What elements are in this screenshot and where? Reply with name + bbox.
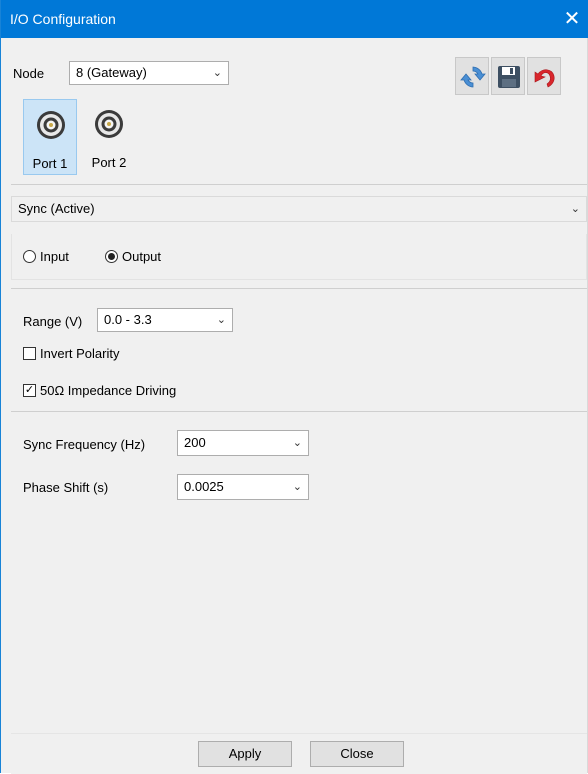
bnc-connector-icon bbox=[37, 111, 65, 139]
sync-frequency-value: 200 bbox=[184, 435, 206, 450]
phase-shift-value: 0.0025 bbox=[184, 479, 224, 494]
undo-icon bbox=[534, 69, 555, 88]
phase-shift-label: Phase Shift (s) bbox=[23, 480, 109, 495]
range-select-value: 0.0 - 3.3 bbox=[104, 312, 152, 327]
refresh-button[interactable] bbox=[455, 57, 489, 95]
divider bbox=[11, 184, 587, 185]
sync-mode-value: Sync (Active) bbox=[18, 201, 95, 216]
footer: Apply Close bbox=[11, 733, 587, 774]
save-button[interactable] bbox=[491, 57, 525, 95]
sync-mode-select[interactable]: Sync (Active) ⌄ bbox=[11, 196, 587, 222]
apply-button[interactable]: Apply bbox=[198, 741, 292, 767]
output-radio[interactable] bbox=[105, 250, 118, 263]
window-title: I/O Configuration bbox=[10, 11, 116, 27]
node-select-value: 8 (Gateway) bbox=[76, 65, 147, 80]
chevron-down-icon: ⌄ bbox=[292, 437, 302, 449]
chevron-down-icon: ⌄ bbox=[570, 203, 580, 215]
chevron-down-icon: ⌄ bbox=[292, 481, 302, 493]
close-button[interactable]: Close bbox=[310, 741, 404, 767]
chevron-down-icon: ⌄ bbox=[216, 314, 226, 326]
input-radio[interactable] bbox=[23, 250, 36, 263]
refresh-icon bbox=[460, 66, 486, 88]
invert-polarity-checkbox[interactable] bbox=[23, 347, 36, 360]
impedance-checkbox[interactable]: ✓ bbox=[23, 384, 36, 397]
node-label: Node bbox=[13, 66, 45, 81]
sync-frequency-select[interactable]: 200 ⌄ bbox=[177, 430, 309, 456]
port-2-button[interactable]: Port 2 bbox=[82, 99, 136, 175]
save-icon bbox=[498, 66, 520, 88]
impedance-label[interactable]: 50Ω Impedance Driving bbox=[40, 383, 176, 398]
port-2-label: Port 2 bbox=[91, 155, 127, 170]
phase-shift-select[interactable]: 0.0025 ⌄ bbox=[177, 474, 309, 500]
undo-button[interactable] bbox=[527, 57, 561, 95]
output-radio-label[interactable]: Output bbox=[122, 249, 161, 264]
port-1-label: Port 1 bbox=[32, 156, 68, 171]
range-label: Range (V) bbox=[23, 314, 83, 329]
io-configuration-window: I/O Configuration ✕ Node 8 (Gateway) ⌄ P… bbox=[0, 0, 588, 774]
range-select[interactable]: 0.0 - 3.3 ⌄ bbox=[97, 308, 233, 332]
bnc-connector-icon bbox=[95, 110, 123, 138]
chevron-down-icon: ⌄ bbox=[212, 67, 222, 79]
direction-group: Input Output bbox=[11, 234, 587, 280]
sync-frequency-label: Sync Frequency (Hz) bbox=[23, 437, 146, 452]
divider bbox=[11, 288, 587, 289]
title-bar: I/O Configuration ✕ bbox=[1, 0, 588, 38]
divider bbox=[11, 411, 587, 412]
node-select[interactable]: 8 (Gateway) ⌄ bbox=[69, 61, 229, 85]
input-radio-label[interactable]: Input bbox=[40, 249, 69, 264]
invert-polarity-label[interactable]: Invert Polarity bbox=[40, 346, 119, 361]
port-1-button[interactable]: Port 1 bbox=[23, 99, 77, 175]
close-window-icon[interactable]: ✕ bbox=[559, 6, 585, 32]
